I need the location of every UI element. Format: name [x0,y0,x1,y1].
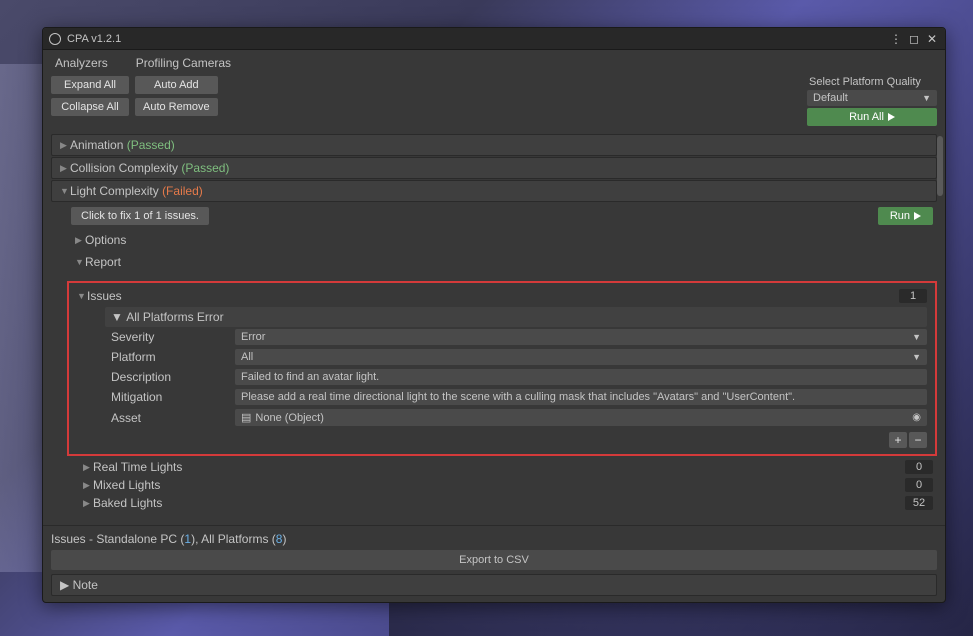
mitigation-label: Mitigation [105,390,235,404]
mixed-lights-foldout[interactable]: ▶ Mixed Lights 0 [79,476,937,494]
options-label: Options [85,233,126,247]
platform-label: Platform [105,350,235,364]
play-icon [888,113,895,121]
severity-select[interactable]: Error ▼ [235,329,927,345]
asset-label: Asset [105,411,235,425]
tab-profiling-cameras[interactable]: Profiling Cameras [132,54,235,72]
foldout-label: Mixed Lights [93,478,160,492]
add-button[interactable]: + [889,432,907,448]
chevron-right-icon: ▶ [83,480,93,491]
section-animation[interactable]: ▶ Animation (Passed) [51,134,937,156]
chevron-down-icon: ▼ [912,332,921,342]
window-title: CPA v1.2.1 [67,33,121,45]
report-label: Report [85,255,121,269]
chevron-right-icon: ▶ [75,235,85,246]
cpa-window: CPA v1.2.1 ⋮ ◻ ✕ Analyzers Profiling Cam… [42,27,946,603]
chevron-down-icon: ▼ [111,310,126,324]
maximize-icon[interactable]: ◻ [907,32,921,46]
run-all-button[interactable]: Run All [807,108,937,126]
chevron-right-icon: ▶ [83,498,93,509]
remove-button[interactable]: − [909,432,927,448]
fix-issues-button[interactable]: Click to fix 1 of 1 issues. [71,207,209,225]
auto-add-button[interactable]: Auto Add [135,76,218,94]
options-foldout[interactable]: ▶ Options [71,229,933,251]
chevron-down-icon: ▼ [75,257,85,267]
chevron-down-icon: ▼ [77,291,87,301]
play-icon [914,212,921,220]
count-badge: 0 [905,460,933,474]
foldout-label: Baked Lights [93,496,162,510]
chevron-down-icon: ▼ [912,352,921,362]
severity-label: Severity [105,330,235,344]
close-icon[interactable]: ✕ [925,32,939,46]
footer: Issues - Standalone PC (1), All Platform… [43,525,945,602]
platform-select[interactable]: All ▼ [235,349,927,365]
export-csv-button[interactable]: Export to CSV [51,550,937,570]
tab-analyzers[interactable]: Analyzers [51,54,112,72]
titlebar: CPA v1.2.1 ⋮ ◻ ✕ [43,28,945,50]
auto-remove-button[interactable]: Auto Remove [135,98,218,116]
status-badge: (Passed) [127,138,175,152]
menu-icon[interactable]: ⋮ [889,32,903,46]
asset-object-field[interactable]: ▤ None (Object) ◉ [235,409,927,426]
status-badge: (Failed) [162,184,203,198]
description-field[interactable]: Failed to find an avatar light. [235,369,927,385]
chevron-down-icon: ▼ [60,186,70,196]
issues-foldout[interactable]: ▼ Issues 1 [73,285,931,307]
issues-highlight-box: ▼ Issues 1 ▼ All Platforms Error Severit… [67,281,937,456]
chevron-right-icon: ▶ [60,140,70,151]
run-button[interactable]: Run [878,207,933,225]
analyzers-list: ▶ Animation (Passed) ▶ Collision Complex… [43,134,945,525]
light-complexity-body: Click to fix 1 of 1 issues. Run ▶ Option… [51,203,937,277]
chevron-down-icon: ▼ [922,93,931,103]
issues-summary: Issues - Standalone PC (1), All Platform… [51,532,937,546]
report-foldout[interactable]: ▼ Report [71,251,933,273]
tab-row: Analyzers Profiling Cameras [43,50,945,74]
status-badge: (Passed) [181,161,229,175]
platform-quality-label: Select Platform Quality [807,76,937,88]
issues-label: Issues [87,289,122,303]
platform-quality-value: Default [813,92,848,104]
expand-all-button[interactable]: Expand All [51,76,129,94]
section-label: Light Complexity [70,184,159,198]
issue-title: All Platforms Error [126,310,223,324]
issue-item: ▼ All Platforms Error Severity Error ▼ P… [105,307,927,448]
section-light-complexity[interactable]: ▼ Light Complexity (Failed) [51,180,937,202]
foldout-label: Real Time Lights [93,460,182,474]
section-collision-complexity[interactable]: ▶ Collision Complexity (Passed) [51,157,937,179]
light-stats: ▶ Real Time Lights 0 ▶ Mixed Lights 0 ▶ … [79,458,937,512]
collapse-all-button[interactable]: Collapse All [51,98,129,116]
baked-lights-foldout[interactable]: ▶ Baked Lights 52 [79,494,937,512]
chevron-right-icon: ▶ [60,163,70,174]
count-badge: 52 [905,496,933,510]
issue-header[interactable]: ▼ All Platforms Error [105,307,927,327]
platform-quality-select[interactable]: Default ▼ [807,90,937,106]
mitigation-field[interactable]: Please add a real time directional light… [235,389,927,405]
real-time-lights-foldout[interactable]: ▶ Real Time Lights 0 [79,458,937,476]
note-foldout[interactable]: ▶ Note [51,574,937,596]
chevron-right-icon: ▶ [60,578,73,592]
chevron-right-icon: ▶ [83,462,93,473]
object-picker-icon[interactable]: ◉ [912,412,921,423]
note-label: Note [73,578,98,592]
description-label: Description [105,370,235,384]
section-label: Collision Complexity [70,161,178,175]
toolbar: Expand All Collapse All Auto Add Auto Re… [43,74,945,134]
scrollbar[interactable] [937,136,943,196]
section-label: Animation [70,138,123,152]
object-icon: ▤ [241,411,251,424]
app-icon [49,33,61,45]
issues-count: 1 [899,289,927,303]
count-badge: 0 [905,478,933,492]
